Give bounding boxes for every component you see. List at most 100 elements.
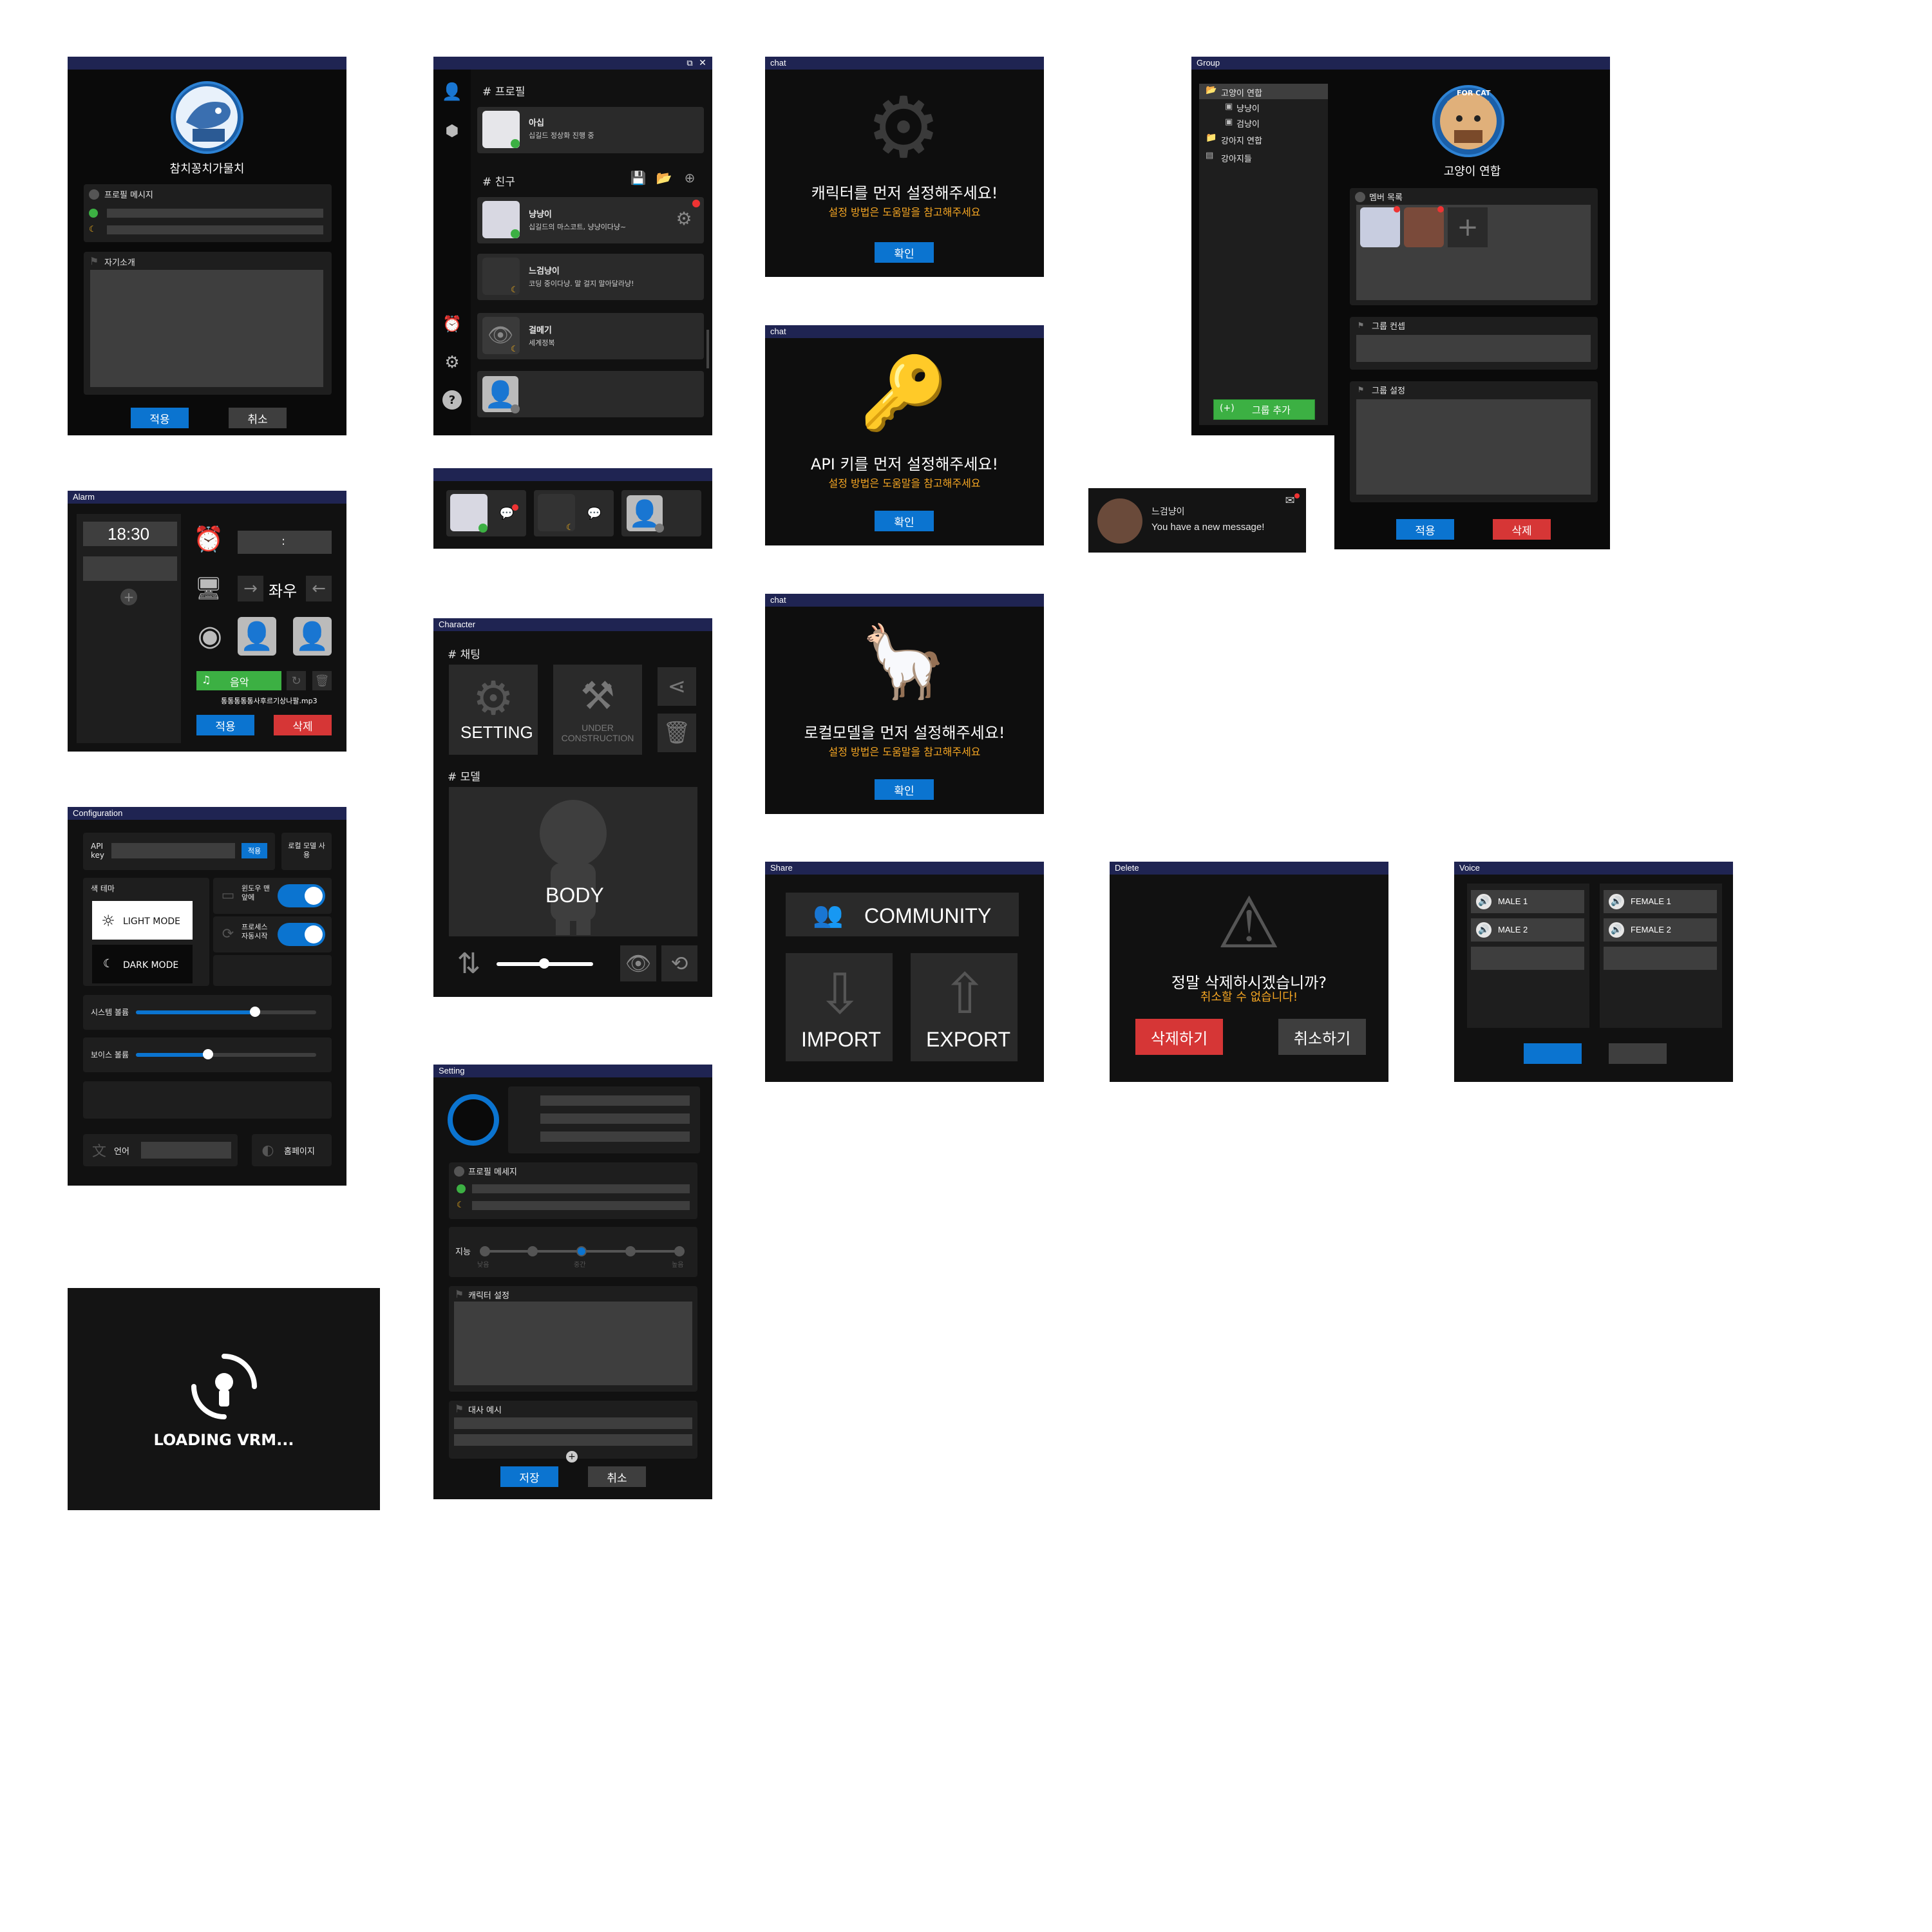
title-bar[interactable]: Share bbox=[765, 862, 1044, 875]
voice-item-empty[interactable] bbox=[1471, 947, 1584, 970]
info-input[interactable] bbox=[540, 1132, 690, 1142]
repeat-icon[interactable]: ⟲ bbox=[661, 945, 697, 981]
title-bar[interactable]: Voice bbox=[1454, 862, 1733, 875]
popout-icon[interactable]: ⧉ bbox=[685, 58, 695, 68]
confirm-delete-button[interactable]: 삭제하기 bbox=[1135, 1019, 1223, 1055]
tree-item-selected[interactable] bbox=[1199, 84, 1328, 99]
speaker-icon[interactable]: 🔊 bbox=[1476, 894, 1492, 909]
speaker-icon[interactable]: 🔊 bbox=[1476, 922, 1492, 938]
profile-avatar[interactable] bbox=[171, 81, 243, 154]
voice-volume-knob[interactable] bbox=[203, 1049, 213, 1059]
title-bar[interactable] bbox=[68, 57, 346, 70]
title-bar[interactable]: Character bbox=[433, 618, 712, 631]
voice-volume-slider[interactable] bbox=[136, 1049, 316, 1059]
apply-button[interactable]: 적용 bbox=[131, 408, 189, 428]
tree-item-label[interactable]: 강아지들 bbox=[1221, 152, 1252, 164]
apply-button[interactable]: 적용 bbox=[196, 715, 254, 735]
tree-item-label[interactable]: 냥냥이 bbox=[1236, 102, 1260, 114]
away-message-input[interactable] bbox=[107, 225, 323, 234]
setting-textarea[interactable] bbox=[1356, 399, 1591, 495]
trash-icon[interactable]: 🗑 bbox=[312, 671, 332, 690]
intel-step-selected[interactable] bbox=[576, 1246, 587, 1256]
name-input[interactable] bbox=[540, 1095, 690, 1106]
empty-friend-card[interactable]: 👤 bbox=[477, 371, 704, 417]
cancel-button[interactable]: 취소 bbox=[229, 408, 287, 428]
ok-button[interactable]: 확인 bbox=[875, 511, 934, 531]
cancel-button[interactable]: 취소 bbox=[588, 1466, 646, 1487]
help-icon[interactable]: ? bbox=[442, 390, 462, 410]
speaker-icon[interactable]: 🔊 bbox=[1609, 894, 1624, 909]
tree-item-label[interactable]: 검냥이 bbox=[1236, 117, 1260, 129]
arrow-right-icon[interactable]: → bbox=[238, 576, 263, 601]
avatar-ring[interactable] bbox=[448, 1094, 499, 1146]
trash-icon[interactable]: 🗑 bbox=[658, 714, 696, 752]
remove-member-icon[interactable] bbox=[1437, 206, 1444, 213]
title-bar[interactable]: Configuration bbox=[68, 807, 346, 820]
my-profile-card[interactable]: 아십 십길드 정상화 진행 중 bbox=[477, 107, 704, 153]
user-icon[interactable]: 👤 bbox=[442, 82, 462, 102]
api-key-apply-button[interactable]: 적용 bbox=[242, 843, 267, 858]
info-input[interactable] bbox=[540, 1113, 690, 1124]
title-bar[interactable] bbox=[433, 468, 712, 481]
title-bar[interactable]: chat bbox=[765, 325, 1044, 338]
delete-button[interactable]: 삭제 bbox=[274, 715, 332, 735]
delete-button[interactable]: 삭제 bbox=[1493, 519, 1551, 540]
alarm-clock-icon[interactable]: ⏰ bbox=[442, 314, 462, 334]
arrow-left-icon[interactable]: ← bbox=[306, 576, 332, 601]
dialog-example-input[interactable] bbox=[454, 1434, 692, 1446]
online-message-input[interactable] bbox=[472, 1184, 690, 1193]
add-member-icon[interactable]: + bbox=[1448, 207, 1488, 247]
member-avatar[interactable] bbox=[1404, 207, 1444, 247]
user-placeholder-icon[interactable]: 👤 bbox=[293, 617, 332, 656]
folder-open-icon[interactable]: 📂 bbox=[655, 170, 673, 185]
add-alarm-icon[interactable]: + bbox=[120, 589, 137, 605]
apply-button[interactable]: 적용 bbox=[1396, 519, 1454, 540]
cancel-delete-button[interactable]: 취소하기 bbox=[1278, 1019, 1366, 1055]
mini-friend-chip[interactable]: 💬 bbox=[446, 490, 526, 536]
cancel-button[interactable] bbox=[1609, 1043, 1667, 1064]
title-bar[interactable]: chat bbox=[765, 594, 1044, 607]
gear-icon[interactable]: ⚙ bbox=[674, 208, 694, 229]
add-dialog-icon[interactable]: + bbox=[566, 1451, 578, 1463]
title-bar[interactable]: Group bbox=[1191, 57, 1610, 70]
api-key-input[interactable] bbox=[111, 843, 235, 858]
notification-toast[interactable]: 느검냥이 You have a new message! ✉ bbox=[1088, 488, 1306, 553]
chat-icon[interactable]: 💬 bbox=[587, 507, 602, 520]
online-message-input[interactable] bbox=[107, 209, 323, 218]
character-setting-textarea[interactable] bbox=[454, 1302, 692, 1385]
title-bar[interactable] bbox=[433, 57, 712, 70]
intel-step[interactable] bbox=[625, 1246, 636, 1256]
save-button[interactable]: 저장 bbox=[500, 1466, 558, 1487]
remove-member-icon[interactable] bbox=[1394, 206, 1400, 213]
intro-textarea[interactable] bbox=[90, 270, 323, 387]
ok-button[interactable]: 확인 bbox=[875, 779, 934, 800]
dialog-example-input[interactable] bbox=[454, 1417, 692, 1429]
friend-card[interactable]: 👁 ☾ 걸메기 세계정복 bbox=[477, 313, 704, 359]
title-bar[interactable]: Setting bbox=[433, 1065, 712, 1077]
add-friend-icon[interactable]: ⊕ bbox=[682, 170, 697, 185]
away-message-input[interactable] bbox=[472, 1201, 690, 1210]
tree-item-label[interactable]: 고양이 연합 bbox=[1221, 86, 1262, 99]
speaker-icon[interactable]: 🔊 bbox=[1609, 922, 1624, 938]
title-bar[interactable]: Delete bbox=[1110, 862, 1388, 875]
window-front-toggle[interactable] bbox=[278, 884, 325, 907]
title-bar[interactable]: Alarm bbox=[68, 491, 346, 504]
close-icon[interactable]: ✕ bbox=[697, 58, 708, 68]
language-select[interactable] bbox=[141, 1142, 231, 1159]
intel-step[interactable] bbox=[480, 1246, 490, 1256]
tree-item-label[interactable]: 강아지 연합 bbox=[1221, 134, 1262, 146]
cube-icon[interactable]: ⬢ bbox=[442, 121, 462, 140]
user-placeholder-icon[interactable]: 👤 bbox=[238, 617, 276, 656]
alarm-item-placeholder[interactable] bbox=[83, 556, 177, 581]
mini-empty-chip[interactable]: 👤 bbox=[621, 490, 701, 536]
concept-input[interactable] bbox=[1356, 335, 1591, 362]
gear-icon[interactable]: ⚙ bbox=[442, 353, 462, 372]
eye-icon[interactable]: 👁 bbox=[620, 945, 656, 981]
system-volume-slider[interactable] bbox=[136, 1007, 316, 1017]
mini-friend-chip[interactable]: ☾ 💬 bbox=[534, 490, 614, 536]
scrollbar[interactable] bbox=[706, 330, 709, 368]
member-avatar[interactable] bbox=[1360, 207, 1400, 247]
model-scale-slider[interactable] bbox=[497, 958, 593, 969]
ok-button[interactable]: 확인 bbox=[875, 242, 934, 263]
title-bar[interactable]: chat bbox=[765, 57, 1044, 70]
